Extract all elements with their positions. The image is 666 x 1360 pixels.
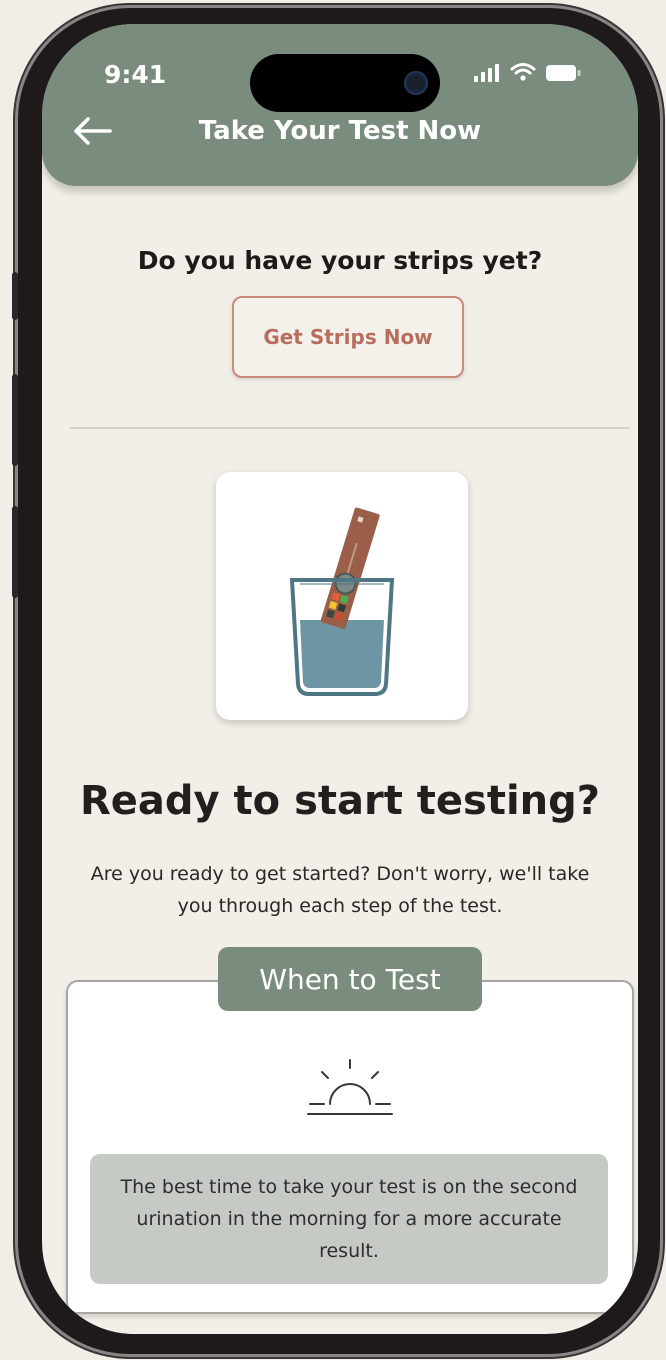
when-to-test-tip: The best time to take your test is on th… xyxy=(90,1154,608,1284)
strip-in-cup-illustration xyxy=(289,507,395,696)
sunrise-icon xyxy=(307,1059,393,1115)
get-strips-button[interactable]: Get Strips Now xyxy=(232,296,464,378)
phone-mute-switch xyxy=(12,272,18,320)
ready-title: Ready to start testing? xyxy=(80,778,600,824)
app-screen: 9:41 Take Your Test Now Do you have your… xyxy=(42,24,638,1334)
status-icons xyxy=(474,62,582,82)
app-header: 9:41 Take Your Test Now xyxy=(42,24,638,186)
test-strip-illustration xyxy=(216,472,468,720)
when-to-test-tab: When to Test xyxy=(218,947,482,1011)
wifi-icon xyxy=(510,63,536,81)
page-title: Take Your Test Now xyxy=(198,116,482,146)
section-divider xyxy=(70,427,630,429)
battery-icon xyxy=(546,65,581,81)
phone-volume-up xyxy=(12,374,18,466)
ready-description: Are you ready to get started? Don't worr… xyxy=(90,863,590,917)
status-time: 9:41 xyxy=(104,60,167,89)
dynamic-island xyxy=(250,54,440,112)
signal-icon xyxy=(474,64,499,82)
camera-icon xyxy=(404,71,428,95)
phone-volume-down xyxy=(12,506,18,598)
strips-question: Do you have your strips yet? xyxy=(137,246,543,275)
